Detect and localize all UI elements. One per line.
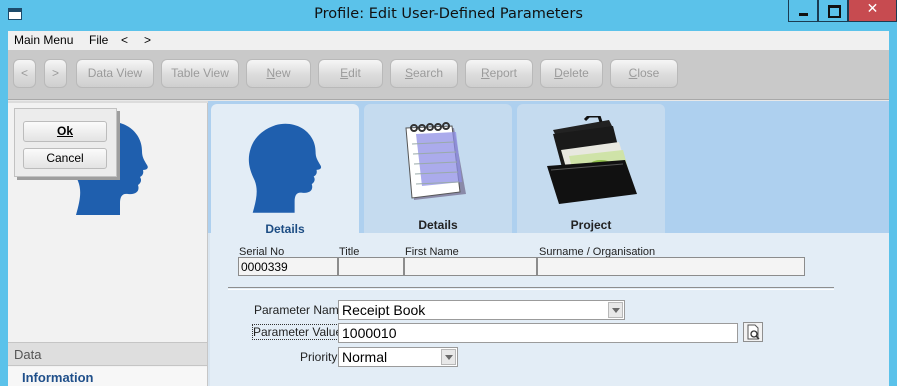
close-window-button[interactable]: ✕ <box>848 0 897 22</box>
edit-button[interactable]: Edit <box>318 59 383 88</box>
parameter-name-combo[interactable]: Receipt Book <box>338 300 625 320</box>
new-button[interactable]: New <box>246 59 311 88</box>
data-view-button[interactable]: Data View <box>76 59 154 88</box>
ok-button[interactable]: Ok <box>23 121 107 142</box>
chevron-down-icon[interactable] <box>608 302 623 318</box>
tab-label: Details <box>418 218 458 232</box>
table-view-button[interactable]: Table View <box>161 59 239 88</box>
minimize-button[interactable] <box>788 0 818 22</box>
priority-combo[interactable]: Normal <box>338 347 458 367</box>
report-button[interactable]: Report <box>465 59 533 88</box>
toolbar-forward-button[interactable]: > <box>44 59 67 88</box>
parameter-value-input[interactable]: 1000010 <box>338 323 738 343</box>
lookup-button[interactable] <box>743 322 763 342</box>
left-panel-divider <box>8 101 208 103</box>
toolbar-back-button[interactable]: < <box>13 59 36 88</box>
priority-value: Normal <box>342 349 388 365</box>
priority-label: Priority <box>300 350 338 364</box>
notepad-icon <box>405 122 466 200</box>
title-field[interactable] <box>338 257 404 276</box>
chevron-down-icon[interactable] <box>441 349 456 365</box>
search-button[interactable]: Search <box>390 59 458 88</box>
toolbar: < > Data View Table View New Edit Search… <box>8 50 889 100</box>
menu-item-main-menu[interactable]: Main Menu <box>14 33 73 47</box>
menu-back-arrow[interactable]: < <box>121 33 128 47</box>
tab-project[interactable]: Project <box>517 104 665 234</box>
parameter-name-label: Parameter Name <box>254 303 346 317</box>
lookup-icon <box>747 324 760 340</box>
window-title: Profile: Edit User-Defined Parameters <box>314 6 583 22</box>
briefcase-icon <box>547 116 637 204</box>
first-name-field[interactable] <box>404 257 537 276</box>
nav-section-data[interactable]: Data <box>8 342 207 366</box>
maximize-button[interactable] <box>818 0 848 22</box>
close-button[interactable]: Close <box>610 59 678 88</box>
window-frame-right <box>889 50 897 386</box>
menu-bar: Main Menu File < > <box>0 31 897 50</box>
nav-item-information[interactable]: Information <box>8 367 207 386</box>
menu-item-file[interactable]: File <box>89 33 108 47</box>
parameter-value-label: Parameter Value <box>251 324 344 340</box>
serial-no-field[interactable]: 0000339 <box>238 257 338 276</box>
cancel-button[interactable]: Cancel <box>23 148 107 169</box>
title-bar: Profile: Edit User-Defined Parameters <box>0 0 897 31</box>
ok-label: Ok <box>56 124 73 138</box>
tab-details-person[interactable]: Details <box>211 104 359 238</box>
window-frame-left <box>0 50 8 386</box>
close-icon: ✕ <box>866 1 879 17</box>
vertical-scrollbar[interactable] <box>886 233 889 386</box>
tab-label: Project <box>570 218 612 232</box>
tab-details-notes[interactable]: Details <box>364 104 512 234</box>
delete-button[interactable]: Delete <box>540 59 603 88</box>
parameter-name-value: Receipt Book <box>342 302 426 318</box>
surname-field[interactable] <box>537 257 805 276</box>
menu-forward-arrow[interactable]: > <box>144 33 151 47</box>
head-silhouette-icon <box>248 123 322 213</box>
form-separator <box>228 287 834 290</box>
ok-cancel-panel: Ok Cancel <box>14 108 117 177</box>
